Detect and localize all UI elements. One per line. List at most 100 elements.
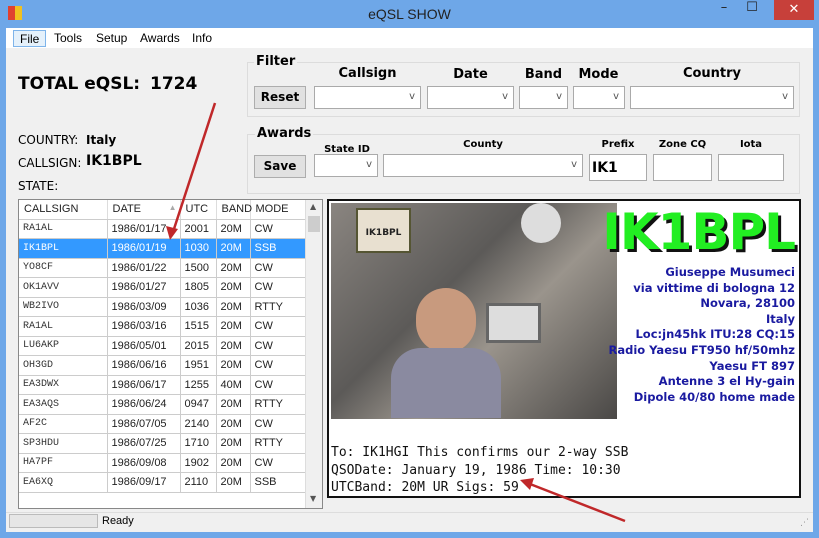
- cell-date: 1986/03/09: [107, 297, 181, 317]
- card-address-line: Giuseppe Musumeci: [665, 265, 795, 279]
- cell-callsign: OH3GD: [19, 355, 108, 376]
- operator-shirt: [391, 348, 501, 418]
- menu-tools[interactable]: Tools: [48, 30, 88, 47]
- table-row[interactable]: SP3HDU 1986/07/25 1710 20M RTTY: [19, 433, 307, 454]
- cell-band: 20M: [216, 238, 251, 259]
- callsign-filter-select[interactable]: v: [314, 86, 421, 109]
- iota-input[interactable]: [718, 154, 784, 181]
- cell-utc: 2140: [180, 414, 217, 434]
- table-scrollbar[interactable]: ▲ ▼: [305, 200, 322, 508]
- table-row[interactable]: YO8CF 1986/01/22 1500 20M CW: [19, 258, 307, 278]
- menu-setup[interactable]: Setup: [90, 30, 133, 47]
- table-row[interactable]: EA3DWX 1986/06/17 1255 40M CW: [19, 375, 307, 395]
- card-address: Giuseppe Musumeci via vittime di bologna …: [608, 265, 795, 405]
- menu-info[interactable]: Info: [186, 30, 218, 47]
- filter-country-label: Country: [682, 66, 742, 81]
- chevron-down-icon: v: [502, 91, 508, 102]
- scroll-up-icon[interactable]: ▲: [310, 202, 316, 211]
- filter-mode-label: Mode: [578, 67, 619, 82]
- cell-utc: 1515: [180, 316, 217, 337]
- cell-callsign: RA1AL: [19, 316, 108, 337]
- minimize-button[interactable]: –: [712, 0, 736, 20]
- cell-utc: 1710: [180, 433, 217, 454]
- card-address-line: Antenne 3 el Hy-gain: [658, 374, 795, 389]
- table-row[interactable]: HA7PF 1986/09/08 1902 20M CW: [19, 453, 307, 473]
- close-button[interactable]: ✕: [774, 0, 814, 20]
- column-header-date-label: DATE: [112, 203, 142, 216]
- menu-awards[interactable]: Awards: [134, 30, 186, 47]
- cell-band: 20M: [216, 394, 251, 415]
- cell-mode: CW: [250, 414, 307, 434]
- chevron-down-icon: v: [782, 91, 788, 102]
- maximize-button[interactable]: ☐: [740, 0, 764, 20]
- filter-band-label: Band: [524, 67, 563, 82]
- cell-utc: 1500: [180, 258, 217, 278]
- prefix-input[interactable]: IK1: [589, 154, 647, 181]
- qso-grid: CALLSIGN DATE ▲ UTC BAND MODE RA1AL 1986/0…: [18, 199, 323, 509]
- cell-date: 1986/01/19: [107, 238, 181, 259]
- column-header-callsign[interactable]: CALLSIGN: [19, 200, 108, 220]
- state-label: STATE:: [18, 179, 59, 193]
- cell-date: 1986/01/22: [107, 258, 181, 278]
- scroll-down-icon[interactable]: ▼: [310, 494, 316, 503]
- cell-date: 1986/09/08: [107, 453, 181, 473]
- table-row[interactable]: WB2IVO 1986/03/09 1036 20M RTTY: [19, 297, 307, 317]
- table-row[interactable]: EA6XQ 1986/09/17 2110 20M SSB: [19, 472, 307, 493]
- filter-callsign-label: Callsign: [338, 66, 397, 81]
- band-filter-select[interactable]: v: [519, 86, 568, 109]
- card-address-line: via vittime di bologna 12: [633, 280, 795, 295]
- table-row[interactable]: AF2C 1986/07/05 2140 20M CW: [19, 414, 307, 434]
- cell-band: 20M: [216, 453, 251, 473]
- table-row[interactable]: EA3AQS 1986/06/24 0947 20M RTTY: [19, 394, 307, 415]
- card-address-line: Radio Yaesu FT950 hf/50mhz: [608, 342, 795, 357]
- total-label: TOTAL eQSL:: [18, 74, 141, 94]
- card-address-line: Italy: [766, 311, 795, 326]
- mode-filter-select[interactable]: v: [573, 86, 625, 109]
- table-row[interactable]: LU6AKP 1986/05/01 2015 20M CW: [19, 336, 307, 356]
- column-header-date[interactable]: DATE ▲: [107, 200, 181, 220]
- table-row[interactable]: RA1AL 1986/01/17 2001 20M CW: [19, 219, 307, 239]
- reset-button[interactable]: Reset: [254, 86, 306, 109]
- country-label: COUNTRY:: [18, 133, 79, 147]
- country-filter-select[interactable]: v: [630, 86, 794, 109]
- card-address-line: Novara, 28100: [700, 296, 795, 311]
- zone-cq-input[interactable]: [653, 154, 712, 181]
- cell-utc: 0947: [180, 394, 217, 415]
- save-button[interactable]: Save: [254, 155, 306, 178]
- cell-mode: CW: [250, 336, 307, 356]
- column-header-mode[interactable]: MODE: [250, 200, 307, 220]
- column-header-band[interactable]: BAND: [216, 200, 252, 220]
- window-title: eQSL SHOW: [368, 6, 451, 22]
- table-row[interactable]: OH3GD 1986/06/16 1951 20M CW: [19, 355, 307, 376]
- scroll-thumb[interactable]: [308, 216, 320, 232]
- cell-band: 20M: [216, 316, 251, 337]
- zone-cq-label: Zone CQ: [658, 139, 707, 150]
- prefix-label: Prefix: [601, 139, 635, 150]
- cell-band: 20M: [216, 219, 251, 239]
- table-row[interactable]: RA1AL 1986/03/16 1515 20M CW: [19, 316, 307, 337]
- photo-callsign-badge: IK1BPL: [365, 228, 402, 238]
- cell-utc: 1030: [180, 238, 217, 259]
- table-row[interactable]: IK1BPL 1986/01/19 1030 20M SSB: [19, 238, 307, 259]
- cell-date: 1986/06/17: [107, 375, 181, 395]
- cell-mode: CW: [250, 277, 307, 298]
- county-select[interactable]: v: [383, 154, 583, 177]
- resize-grip-icon[interactable]: ⋰: [800, 518, 809, 528]
- date-filter-select[interactable]: v: [427, 86, 514, 109]
- cell-callsign: EA3AQS: [19, 394, 108, 415]
- chevron-down-icon: v: [366, 159, 372, 170]
- total-value: 1724: [150, 74, 198, 94]
- cell-mode: SSB: [250, 238, 307, 259]
- cell-date: 1986/05/01: [107, 336, 181, 356]
- cell-date: 1986/06/16: [107, 355, 181, 376]
- cell-callsign: YO8CF: [19, 258, 108, 278]
- state-id-select[interactable]: v: [314, 154, 378, 177]
- column-header-utc[interactable]: UTC: [180, 200, 217, 220]
- card-date-line: QSODate: January 19, 1986 Time: 10:30: [331, 463, 621, 478]
- menu-file[interactable]: File: [13, 30, 47, 47]
- qso-table: CALLSIGN DATE ▲ UTC BAND MODE RA1AL 1986/0…: [19, 200, 307, 493]
- county-label: County: [463, 139, 503, 150]
- lamp: [521, 203, 561, 243]
- cell-utc: 1902: [180, 453, 217, 473]
- table-row[interactable]: OK1AVV 1986/01/27 1805 20M CW: [19, 277, 307, 298]
